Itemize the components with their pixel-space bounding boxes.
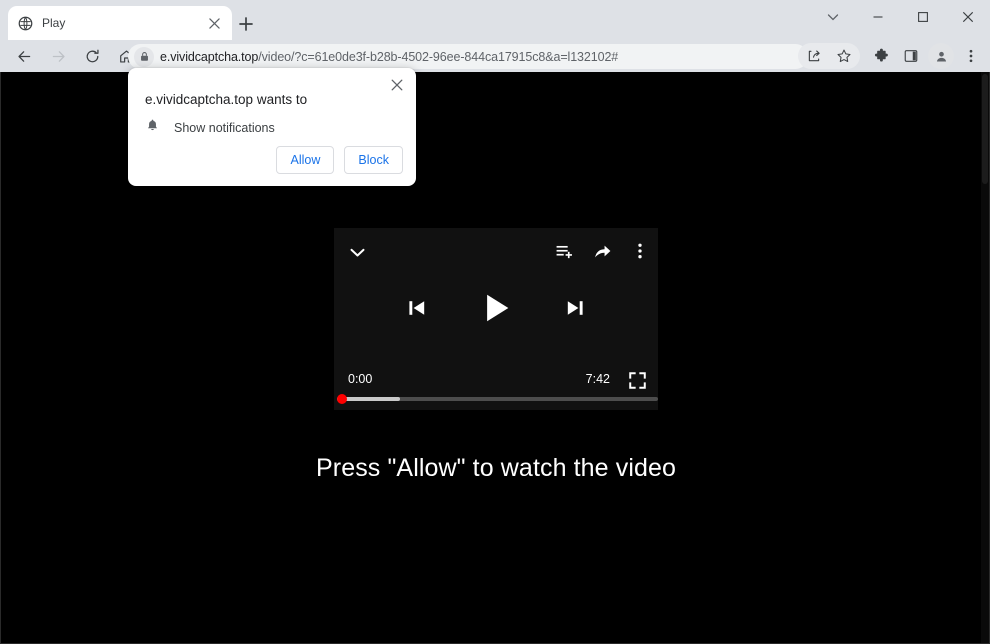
globe-icon: [17, 15, 33, 31]
share-page-icon[interactable]: [800, 42, 828, 70]
share-bookmark-group: [798, 43, 860, 69]
close-button[interactable]: [945, 0, 990, 34]
player-top-bar: [334, 228, 658, 274]
chevron-down-icon: [827, 14, 838, 21]
add-to-queue-icon[interactable]: [552, 239, 576, 263]
play-button[interactable]: [477, 289, 515, 327]
arrow-left-icon: [17, 50, 30, 62]
browser-menu-icon[interactable]: [957, 42, 985, 70]
reload-button[interactable]: [78, 42, 106, 70]
duration-label: 7:42: [585, 372, 610, 386]
dialog-title: e.vividcaptcha.top wants to: [145, 92, 308, 107]
more-options-icon[interactable]: [628, 239, 652, 263]
maximize-icon: [917, 12, 928, 22]
arrow-right-icon: [52, 50, 65, 62]
address-bar-url: e.vividcaptcha.top/video/?c=61e0de3f-b28…: [160, 50, 618, 64]
bell-icon: [145, 118, 160, 138]
next-track-button[interactable]: [563, 296, 587, 320]
play-icon: [487, 294, 509, 322]
url-host: e.vividcaptcha.top: [160, 49, 259, 64]
browser-window: Play e.vividcaptcha.top/video/?c=61e0de3…: [0, 0, 990, 644]
toolbar-actions: [798, 42, 986, 70]
previous-track-icon: [409, 301, 425, 315]
previous-track-button[interactable]: [405, 296, 429, 320]
player-top-actions: [552, 239, 652, 263]
extensions-puzzle-icon[interactable]: [867, 42, 895, 70]
tab-close-icon[interactable]: [205, 14, 223, 32]
plus-icon: [239, 17, 253, 31]
avatar: [928, 43, 954, 69]
reload-icon: [86, 49, 99, 62]
current-time-label: 0:00: [348, 372, 373, 386]
notification-permission-dialog[interactable]: e.vividcaptcha.top wants to Show notific…: [128, 68, 416, 186]
lock-icon[interactable]: [134, 46, 154, 67]
page-scrollbar[interactable]: [981, 72, 989, 643]
url-path: /video/?c=61e0de3f-b28b-4502-96ee-844ca1…: [258, 49, 619, 64]
chevron-down-icon[interactable]: [343, 240, 371, 264]
minimize-button[interactable]: [855, 0, 900, 34]
new-tab-button[interactable]: [232, 10, 260, 38]
maximize-button[interactable]: [900, 0, 945, 34]
side-panel-icon[interactable]: [897, 42, 925, 70]
permission-label: Show notifications: [174, 121, 275, 135]
next-track-icon: [567, 301, 583, 315]
bookmark-star-icon[interactable]: [830, 42, 858, 70]
video-player[interactable]: 0:00 7:42: [334, 228, 658, 410]
block-button[interactable]: Block: [344, 146, 403, 174]
profile-avatar-icon[interactable]: [927, 42, 955, 70]
address-bar[interactable]: e.vividcaptcha.top/video/?c=61e0de3f-b28…: [128, 44, 808, 69]
back-button[interactable]: [10, 42, 38, 70]
tab-search-button[interactable]: [810, 0, 855, 34]
scrollbar-thumb[interactable]: [982, 74, 988, 184]
close-icon: [962, 11, 973, 23]
dialog-actions: Allow Block: [276, 146, 403, 174]
page-headline: Press "Allow" to watch the video: [316, 454, 676, 482]
player-transport-controls: [334, 276, 658, 340]
permission-row: Show notifications: [145, 118, 275, 138]
window-controls: [810, 0, 990, 34]
progress-scrubber[interactable]: [337, 394, 347, 404]
allow-button[interactable]: Allow: [276, 146, 335, 174]
share-icon[interactable]: [590, 239, 614, 263]
player-bottom-bar: 0:00 7:42: [334, 360, 658, 410]
progress-bar[interactable]: [337, 394, 658, 404]
fullscreen-icon[interactable]: [628, 371, 646, 389]
browser-tab[interactable]: Play: [8, 6, 232, 40]
tab-strip: Play: [0, 0, 990, 40]
minimize-icon: [873, 16, 882, 18]
close-icon[interactable]: [386, 74, 408, 96]
tab-title: Play: [42, 16, 66, 30]
forward-button[interactable]: [44, 42, 72, 70]
